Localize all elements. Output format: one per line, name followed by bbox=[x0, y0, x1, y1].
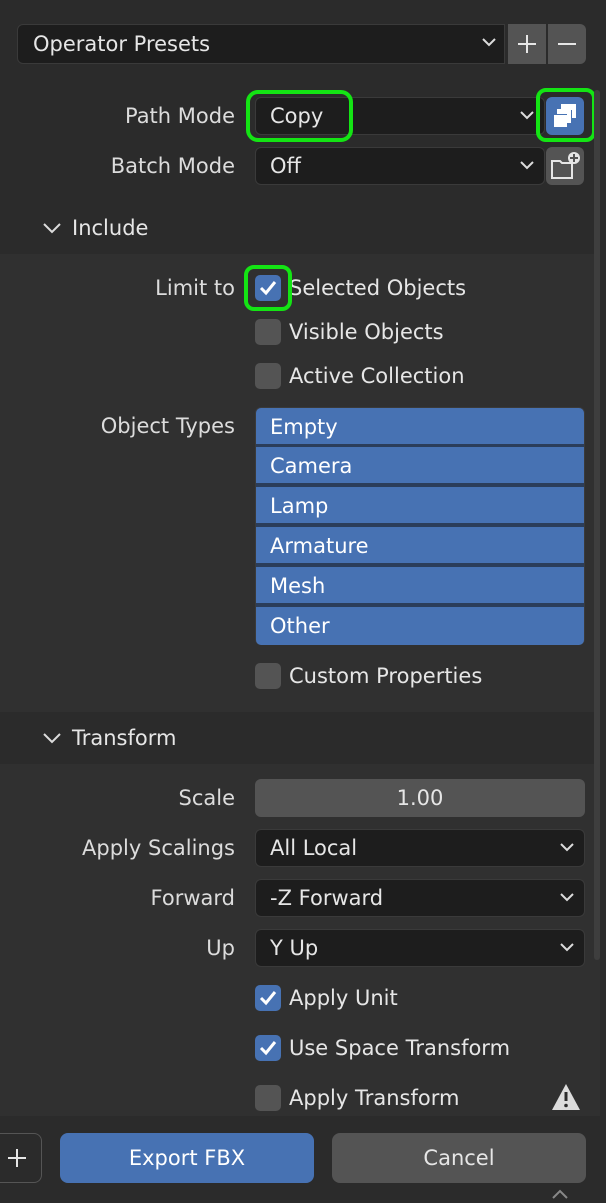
apply-transform-label: Apply Transform bbox=[289, 1086, 460, 1110]
object-types-label: Object Types bbox=[100, 414, 235, 438]
use-space-transform-checkbox[interactable] bbox=[255, 1035, 281, 1061]
footer-add-button[interactable] bbox=[0, 1133, 42, 1183]
path-mode-label: Path Mode bbox=[124, 104, 235, 128]
chevron-down-icon bbox=[520, 148, 536, 184]
apply-scalings-label: Apply Scalings bbox=[82, 836, 235, 860]
plus-icon bbox=[518, 35, 536, 53]
active-collection-label: Active Collection bbox=[289, 364, 465, 388]
object-type-empty[interactable]: Empty bbox=[256, 408, 584, 446]
apply-transform-checkbox[interactable] bbox=[255, 1085, 281, 1111]
plus-icon bbox=[8, 1149, 26, 1167]
batch-mode-value: Off bbox=[270, 154, 301, 178]
chevron-down-icon bbox=[43, 223, 61, 234]
chevron-down-icon bbox=[560, 930, 576, 966]
custom-properties-label: Custom Properties bbox=[289, 664, 483, 688]
warning-icon bbox=[552, 1084, 580, 1110]
limit-to-label: Limit to bbox=[155, 276, 235, 300]
minus-icon bbox=[558, 43, 576, 45]
visible-objects-label: Visible Objects bbox=[289, 320, 444, 344]
apply-unit-label: Apply Unit bbox=[289, 986, 398, 1010]
custom-properties-checkbox[interactable] bbox=[255, 663, 281, 689]
scale-label: Scale bbox=[178, 786, 236, 810]
checkmark-icon bbox=[259, 1041, 277, 1056]
highlight-selected-objects bbox=[244, 265, 292, 311]
up-label: Up bbox=[206, 936, 235, 960]
include-section-title: Include bbox=[72, 216, 149, 240]
chevron-down-icon bbox=[43, 733, 61, 744]
cancel-button[interactable]: Cancel bbox=[332, 1133, 586, 1183]
add-preset-button[interactable] bbox=[508, 24, 546, 64]
object-type-other[interactable]: Other bbox=[256, 607, 584, 645]
visible-objects-checkbox[interactable] bbox=[255, 319, 281, 345]
object-type-lamp[interactable]: Lamp bbox=[256, 487, 584, 525]
batch-own-dir-toggle[interactable] bbox=[546, 147, 584, 185]
scrollbar[interactable] bbox=[594, 90, 600, 960]
transform-section-header[interactable]: Transform bbox=[0, 712, 600, 764]
scale-field[interactable]: 1.00 bbox=[255, 779, 585, 817]
chevron-down-icon bbox=[560, 880, 576, 916]
checkmark-icon bbox=[259, 991, 277, 1006]
scale-value: 1.00 bbox=[396, 786, 444, 810]
object-type-camera[interactable]: Camera bbox=[256, 447, 584, 485]
apply-scalings-dropdown[interactable]: All Local bbox=[255, 829, 585, 867]
highlight-embed-textures bbox=[536, 88, 596, 142]
new-folder-icon bbox=[551, 152, 580, 179]
operator-presets-label: Operator Presets bbox=[33, 32, 211, 56]
batch-mode-label: Batch Mode bbox=[110, 154, 235, 178]
forward-dropdown[interactable]: -Z Forward bbox=[255, 879, 585, 917]
resize-handle-icon[interactable] bbox=[550, 1188, 570, 1200]
transform-section-title: Transform bbox=[72, 726, 177, 750]
include-section-header[interactable]: Include bbox=[0, 202, 600, 254]
up-dropdown[interactable]: Y Up bbox=[255, 929, 585, 967]
forward-value: -Z Forward bbox=[270, 886, 384, 910]
active-collection-checkbox[interactable] bbox=[255, 363, 281, 389]
chevron-down-icon bbox=[482, 25, 498, 61]
highlight-path-mode bbox=[246, 90, 353, 142]
forward-label: Forward bbox=[150, 886, 235, 910]
up-value: Y Up bbox=[270, 936, 319, 960]
selected-objects-label: Selected Objects bbox=[289, 276, 467, 300]
chevron-down-icon bbox=[520, 98, 536, 134]
remove-preset-button[interactable] bbox=[548, 24, 586, 64]
object-type-mesh[interactable]: Mesh bbox=[256, 567, 584, 605]
object-type-armature[interactable]: Armature bbox=[256, 527, 584, 565]
export-fbx-button[interactable]: Export FBX bbox=[60, 1133, 314, 1183]
apply-unit-checkbox[interactable] bbox=[255, 985, 281, 1011]
use-space-transform-label: Use Space Transform bbox=[289, 1036, 511, 1060]
operator-presets-dropdown[interactable]: Operator Presets bbox=[17, 24, 505, 64]
batch-mode-dropdown[interactable]: Off bbox=[255, 147, 545, 185]
apply-scalings-value: All Local bbox=[270, 836, 358, 860]
chevron-down-icon bbox=[560, 830, 576, 866]
